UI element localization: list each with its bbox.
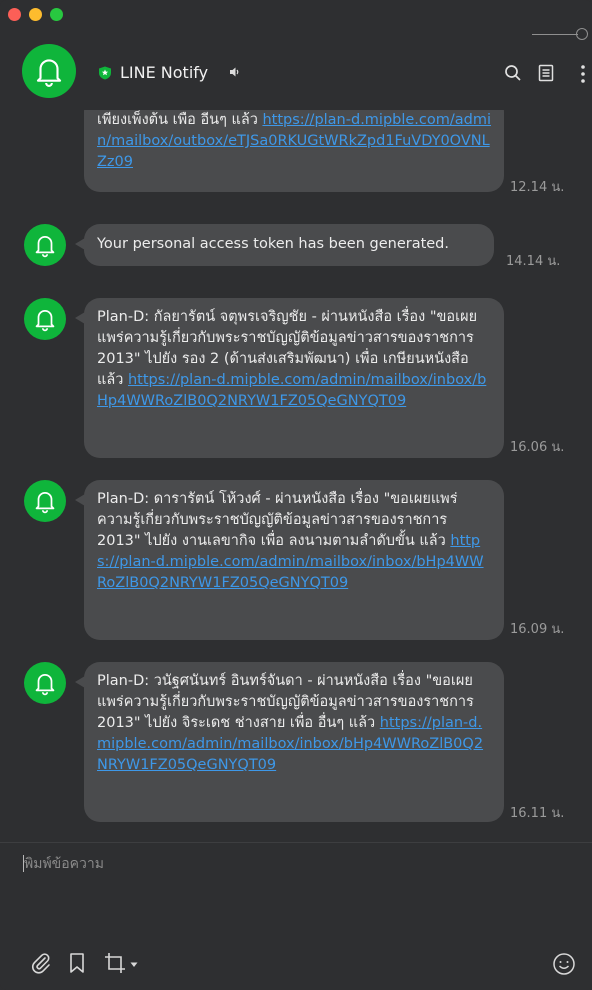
message-link[interactable]: https://plan-d.mipble.com/admin/mailbox/… [97,372,486,409]
avatar[interactable] [24,480,66,522]
search-icon[interactable] [504,64,522,82]
bell-icon [35,310,55,332]
avatar[interactable] [22,44,76,98]
chat-title: LINE Notify [120,63,209,82]
message-time: 12.14 น. [510,180,565,195]
close-window-button[interactable] [8,8,21,21]
crop-icon[interactable] [104,952,126,974]
paperclip-icon[interactable] [30,952,52,974]
message-time: 16.06 น. [510,440,565,455]
composer-divider [0,842,592,843]
chat-header: LINE Notify [0,44,592,106]
message-input[interactable] [24,856,564,872]
pin-toggle-track [532,34,578,35]
pin-toggle[interactable] [532,28,588,40]
message-bubble[interactable]: Your personal access token has been gene… [75,224,494,266]
bell-icon [35,674,55,696]
message-text: เพียงเพ็งต้น เพือ อีนๆ แล้ว [97,112,258,128]
message-time: 14.14 น. [506,254,561,269]
message-bubble[interactable]: Plan-D: ดารารัตน์ โห้วงศ์ - ผ่านหนังสือ … [75,480,504,640]
shield-icon [99,66,111,80]
chevron-down-icon[interactable] [130,962,138,968]
notes-icon[interactable] [538,64,554,82]
message-bubble[interactable]: Plan-D: วนัฐศนันทร์ อินทร์จันดา - ผ่านหน… [75,662,504,822]
bell-icon [35,236,55,258]
minimize-window-button[interactable] [29,8,42,21]
bookmark-icon[interactable] [68,952,86,974]
more-icon[interactable] [580,64,586,84]
emoji-icon[interactable] [552,952,576,976]
avatar[interactable] [24,298,66,340]
chat-window: LINE Notify เพียงเพ็งต้น เพือ อีนๆ แล้ว [0,0,592,990]
message-time: 16.09 น. [510,622,565,637]
bell-icon [35,492,55,514]
bell-icon [36,59,62,87]
pin-toggle-knob[interactable] [576,28,588,40]
maximize-window-button[interactable] [50,8,63,21]
composer-toolbar [0,952,592,982]
message-text: Your personal access token has been gene… [97,236,450,252]
message-bubble[interactable]: Plan-D: กัลยารัตน์ จตุพรเจริญชัย - ผ่านห… [75,298,504,458]
message-time: 16.11 น. [510,806,565,821]
window-controls [8,8,63,21]
avatar[interactable] [24,224,66,266]
avatar[interactable] [24,662,66,704]
message-bubble[interactable]: เพียงเพ็งต้น เพือ อีนๆ แล้ว https://plan… [84,110,504,192]
message-list[interactable]: เพียงเพ็งต้น เพือ อีนๆ แล้ว https://plan… [0,110,592,840]
message-text: Plan-D: ดารารัตน์ โห้วงศ์ - ผ่านหนังสือ … [97,491,458,549]
speaker-icon [230,67,239,77]
